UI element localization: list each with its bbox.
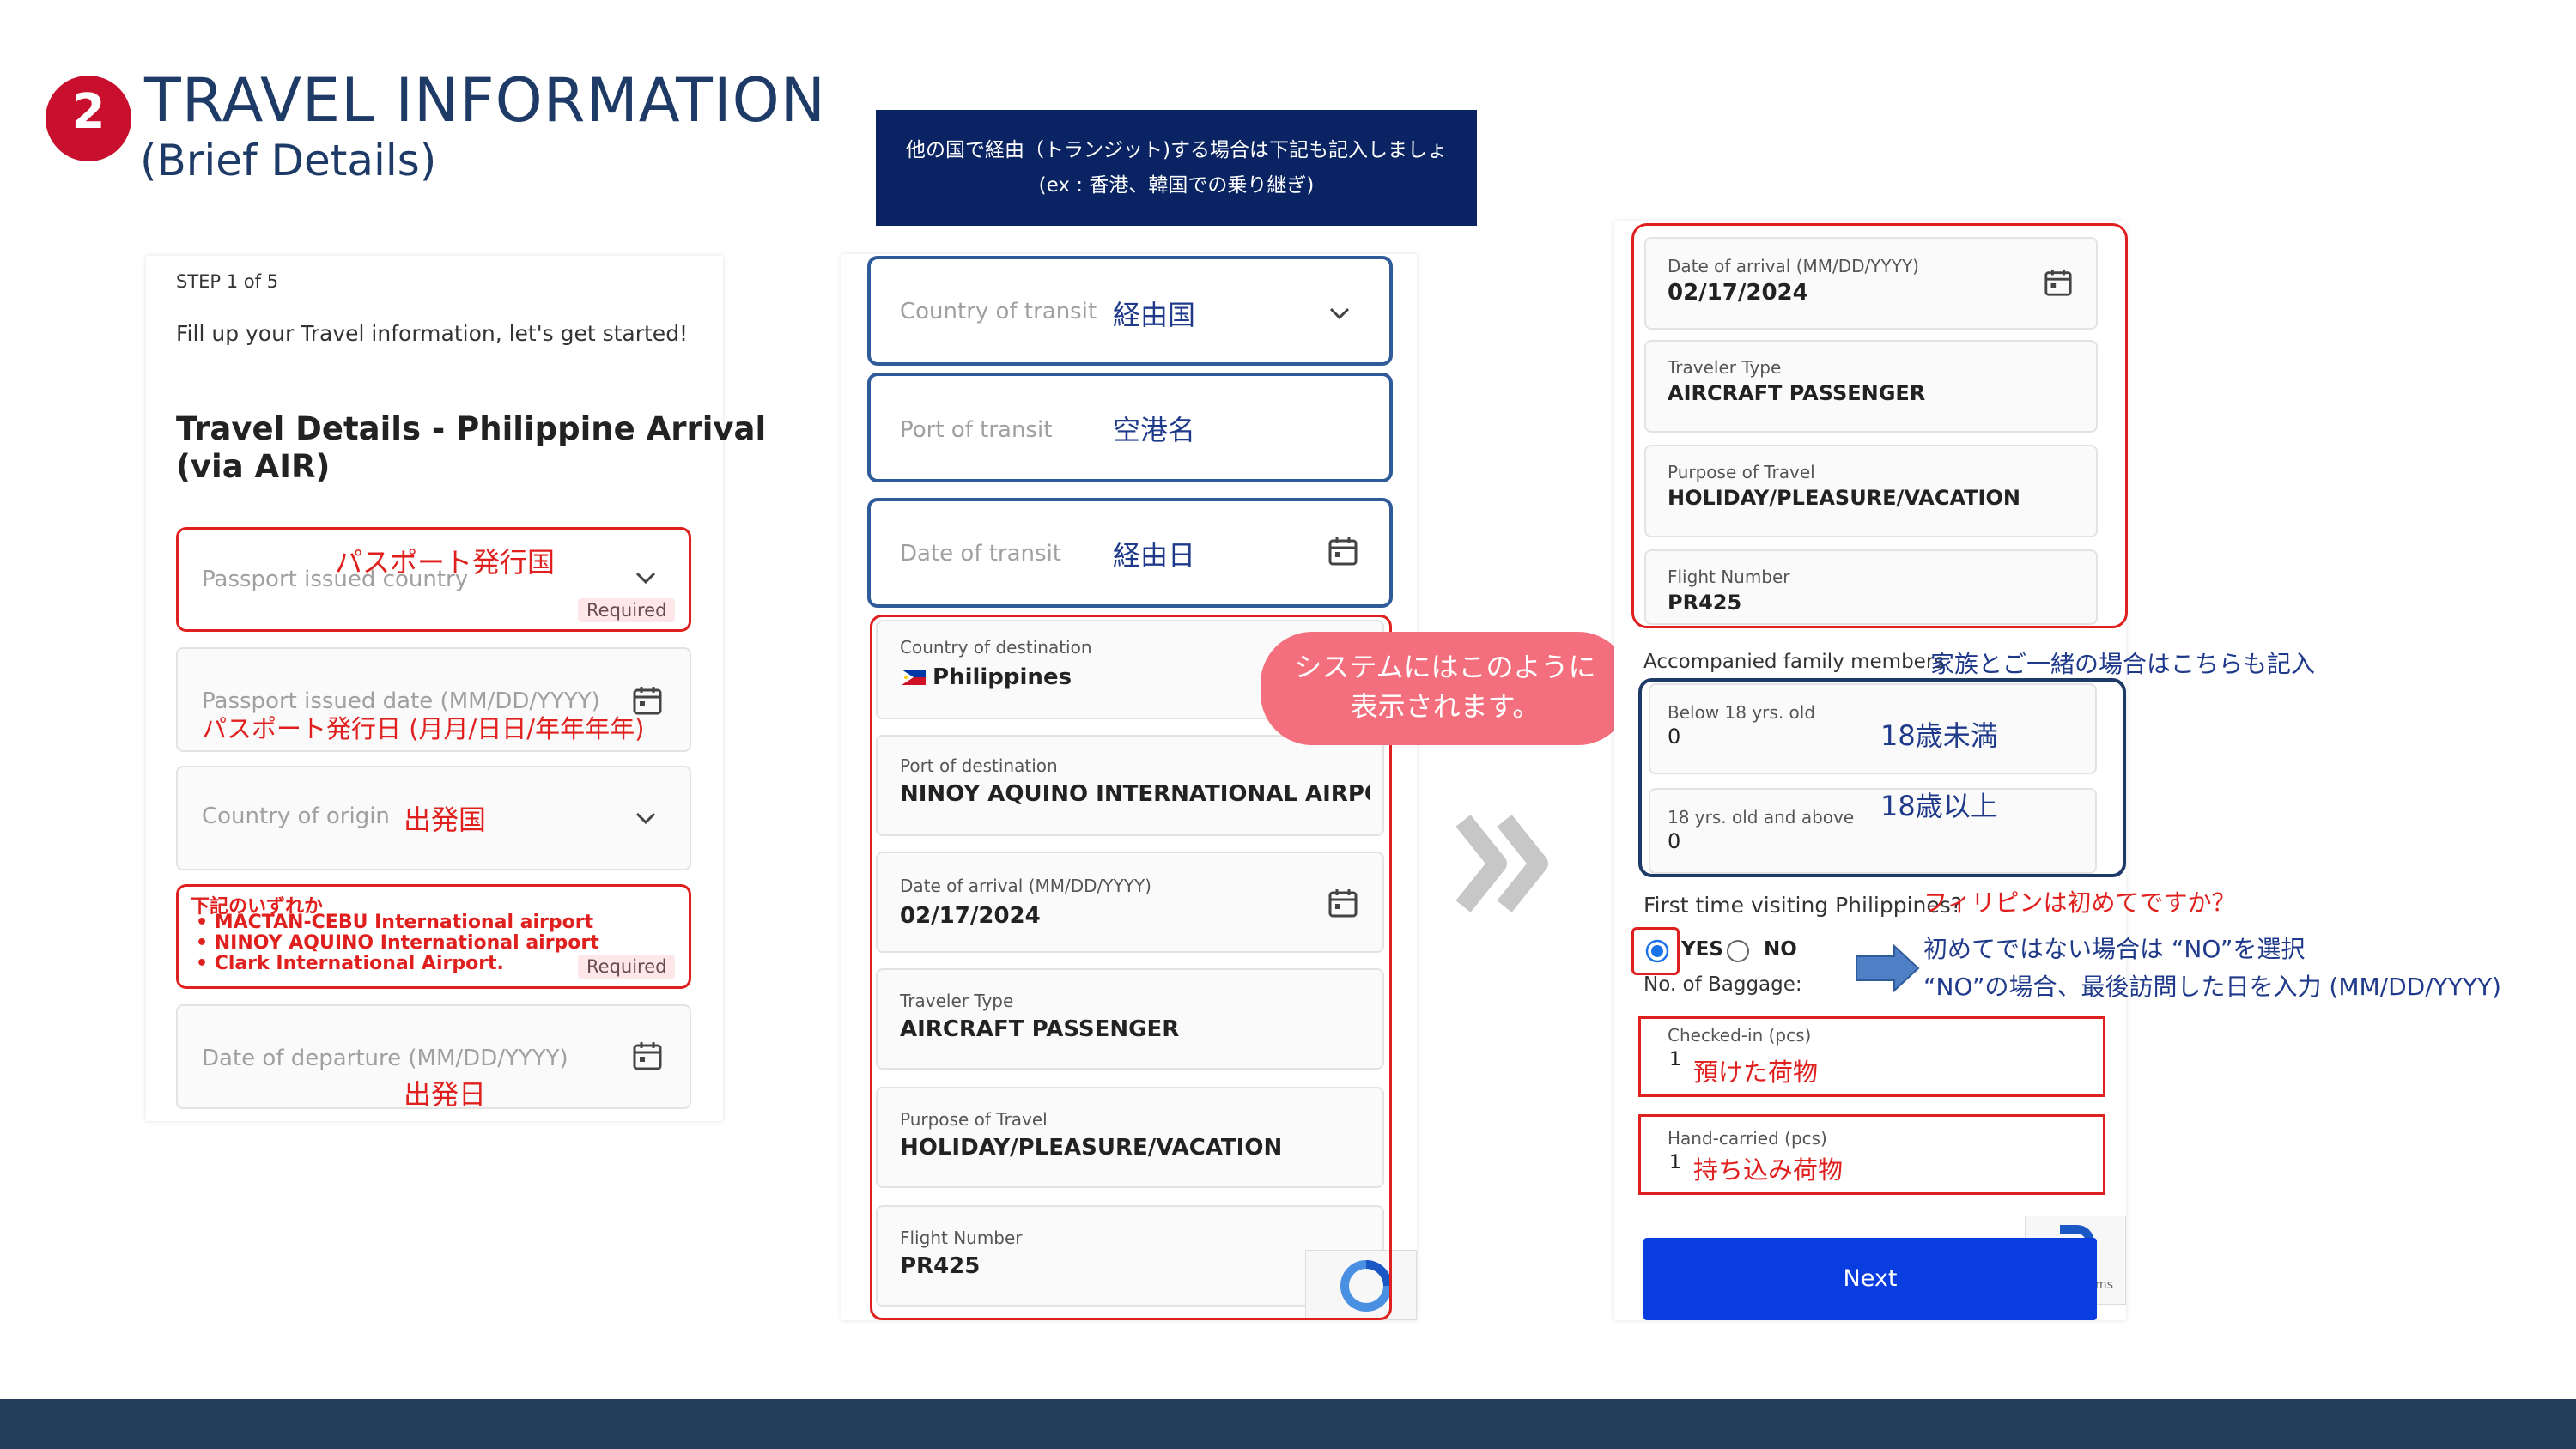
transit-note: 他の国で経由（トランジット)する場合は下記も記入しましょ (ex : 香港、韓国… xyxy=(876,110,1477,226)
yes-label: YES xyxy=(1681,938,1723,961)
transit-country-jp: 経由国 xyxy=(1113,299,1196,331)
chevron-down-icon xyxy=(1329,307,1350,319)
next-button-label: Next xyxy=(1843,1265,1898,1292)
required-badge: Required xyxy=(578,598,676,622)
chevron-down-icon xyxy=(635,812,656,824)
transit-port-placeholder: Port of transit xyxy=(900,417,1053,443)
system-display-callout: システムにはこのように 表示されます。 xyxy=(1261,632,1630,745)
family-highlight xyxy=(1638,678,2126,877)
next-button[interactable]: Next xyxy=(1643,1238,2097,1320)
checked-in-label: Checked-in (pcs) xyxy=(1668,1025,1812,1046)
summary-highlight xyxy=(1631,223,2128,628)
first-time-label: First time visiting Philippines? xyxy=(1643,893,1963,918)
required-badge: Required xyxy=(578,955,676,979)
yes-radio-highlight xyxy=(1631,927,1680,975)
step-number: 2 xyxy=(71,84,106,140)
no-radio[interactable] xyxy=(1726,939,1750,963)
no-label: NO xyxy=(1764,938,1797,961)
transit-date-jp: 経由日 xyxy=(1113,539,1196,572)
family-label: Accompanied family members xyxy=(1643,651,1945,673)
transit-date-placeholder: Date of transit xyxy=(900,541,1061,567)
origin-jp: 出発国 xyxy=(404,803,487,836)
hand-carried-jp: 持ち込み荷物 xyxy=(1693,1155,1844,1185)
airport-option: • MACTAN-CEBU International airport xyxy=(196,912,594,933)
origin-placeholder: Country of origin xyxy=(202,803,390,829)
page-title: TRAVEL INFORMATION xyxy=(144,65,827,136)
transit-note-line2: (ex : 香港、韓国での乗り継ぎ) xyxy=(1038,174,1315,197)
hand-carried-label: Hand-carried (pcs) xyxy=(1668,1128,1827,1149)
airport-option: • NINOY AQUINO International airport xyxy=(196,932,599,954)
calendar-icon[interactable] xyxy=(1327,536,1358,567)
form-intro: Fill up your Travel information, let's g… xyxy=(176,321,689,346)
form-heading-line1: Travel Details - Philippine Arrival xyxy=(176,410,767,447)
baggage-label: No. of Baggage: xyxy=(1643,973,1802,996)
right-arrow-icon xyxy=(1855,944,1920,992)
passport-date-jp: パスポート発行日 (月月/日日/年年年年) xyxy=(202,714,645,743)
step-indicator: STEP 1 of 5 xyxy=(176,271,279,292)
callout-line2: 表示されます。 xyxy=(1350,690,1540,723)
no-note-line2: “NO”の場合、最後訪問した日を入力 (MM/DD/YYYY) xyxy=(1923,973,2501,1001)
transit-country-placeholder: Country of transit xyxy=(900,299,1097,324)
first-time-jp: フィリピンは初めてですか？ xyxy=(1923,888,2236,917)
double-chevron-right-icon xyxy=(1451,812,1554,915)
form-heading-line2: (via AIR) xyxy=(176,448,331,485)
transit-note-line1: 他の国で経由（トランジット)する場合は下記も記入しましょ xyxy=(906,139,1447,161)
no-note-line1: 初めてではない場合は “NO”を選択 xyxy=(1923,935,2306,963)
transit-port-jp: 空港名 xyxy=(1113,414,1196,446)
footer-bar xyxy=(0,1399,2576,1449)
chevron-down-icon xyxy=(635,572,656,584)
checked-in-value: 1 xyxy=(1669,1049,1681,1070)
checked-in-jp: 預けた荷物 xyxy=(1693,1058,1819,1087)
calendar-icon[interactable] xyxy=(632,1040,663,1071)
departure-placeholder: Date of departure (MM/DD/YYYY) xyxy=(202,1046,568,1071)
airport-option: • Clark International Airport. xyxy=(196,953,504,974)
calendar-icon[interactable] xyxy=(632,685,663,716)
page-subtitle: (Brief Details) xyxy=(140,136,437,185)
callout-line1: システムにはこのように xyxy=(1294,651,1596,683)
departure-jp: 出発日 xyxy=(404,1078,487,1111)
passport-country-jp: パスポート発行国 xyxy=(335,546,556,579)
family-jp: 家族とご一緒の場合はこちらも記入 xyxy=(1930,650,2316,678)
hand-carried-value: 1 xyxy=(1669,1152,1681,1173)
